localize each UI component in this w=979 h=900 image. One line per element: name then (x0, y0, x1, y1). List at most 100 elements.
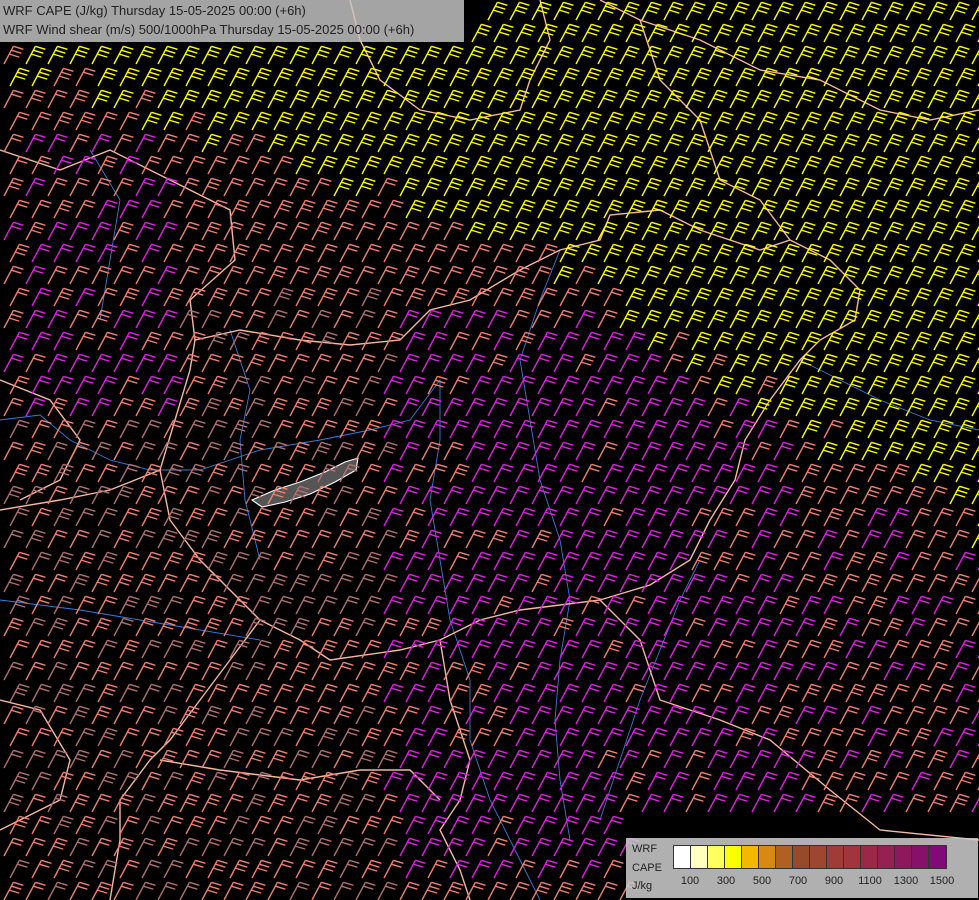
wind-barb (471, 595, 492, 615)
legend-swatch (861, 846, 878, 868)
wind-barb (619, 749, 640, 769)
wind-barb (355, 353, 376, 373)
wind-barb (619, 793, 640, 813)
wind-barb (691, 67, 712, 87)
wind-barb (53, 199, 74, 219)
wind-barb (487, 133, 508, 153)
wind-barb (867, 67, 888, 87)
wind-barb (31, 859, 52, 879)
wind-barb (355, 837, 376, 857)
wind-barb (421, 617, 442, 637)
wind-barb (487, 705, 508, 725)
wind-barb (971, 401, 979, 417)
wind-barb (75, 859, 96, 879)
wind-barb (311, 45, 332, 65)
wind-barb (685, 177, 706, 197)
wind-barb (25, 661, 46, 681)
wind-barb (185, 639, 206, 659)
wind-barb (75, 67, 96, 87)
wind-barb (669, 551, 690, 571)
wind-barb (163, 331, 184, 351)
wind-barb (97, 639, 118, 659)
wind-barb (531, 661, 552, 681)
wind-barb (355, 705, 376, 725)
wind-barb (339, 199, 360, 219)
wind-barb (669, 199, 690, 219)
wind-barb (289, 837, 310, 857)
wind-barb (245, 177, 266, 197)
wind-barb (361, 771, 382, 791)
wind-barb (949, 133, 970, 153)
wind-barb (135, 309, 156, 329)
wind-barb (949, 441, 970, 461)
wind-barb (229, 155, 250, 175)
wind-barb (663, 705, 684, 725)
wind-barb (691, 463, 712, 483)
wind-barb (559, 463, 580, 483)
wind-barb (443, 353, 464, 373)
wind-barb (47, 749, 68, 769)
wind-barb (405, 199, 426, 219)
wind-barb (757, 111, 778, 131)
wind-barb (619, 221, 640, 241)
wind-barb (471, 375, 492, 395)
wind-barb (817, 1, 838, 21)
wind-barb (493, 287, 514, 307)
wind-barb (971, 621, 979, 637)
wind-barb (641, 309, 662, 329)
wind-barb (751, 265, 772, 285)
wind-barb (669, 771, 690, 791)
wind-barb (223, 837, 244, 857)
wind-barb (669, 507, 690, 527)
wind-barb (493, 419, 514, 439)
wind-barb (713, 463, 734, 483)
wind-barb (729, 485, 750, 505)
wind-barb (823, 111, 844, 131)
wind-barb (707, 617, 728, 637)
wind-barb (399, 573, 420, 593)
wind-barb (493, 727, 514, 747)
wind-barb (531, 529, 552, 549)
wind-barb (53, 67, 74, 87)
wind-barb (487, 397, 508, 417)
wind-barb (905, 353, 926, 373)
wind-barb (339, 639, 360, 659)
wind-barb (251, 287, 272, 307)
wind-barb (933, 639, 954, 659)
wind-barb (839, 617, 860, 637)
wind-barb (949, 705, 970, 725)
wind-barb (729, 45, 750, 65)
wind-barb (691, 683, 712, 703)
wind-barb (201, 177, 222, 197)
wind-barb (603, 67, 624, 87)
wind-barb (47, 309, 68, 329)
wind-barb (163, 507, 184, 527)
wind-barb (509, 529, 530, 549)
wind-barb (333, 617, 354, 637)
wind-barb (443, 529, 464, 549)
wind-barb (839, 177, 860, 197)
wind-barb (861, 661, 882, 681)
wind-barb (625, 287, 646, 307)
wind-barb (581, 111, 602, 131)
wind-barb (795, 529, 816, 549)
wind-barb (3, 837, 24, 857)
wind-barb (207, 419, 228, 439)
wind-barb (509, 749, 530, 769)
wind-barb (317, 67, 338, 87)
wind-barb (229, 463, 250, 483)
wind-barb (289, 221, 310, 241)
wind-barb (91, 485, 112, 505)
wind-barb (735, 331, 756, 351)
wind-barb (339, 859, 360, 879)
wind-barb (9, 771, 30, 791)
wind-barb (553, 573, 574, 593)
wind-barb (933, 507, 954, 527)
wind-barb (361, 419, 382, 439)
wind-barb (889, 551, 910, 571)
wind-barb (773, 133, 794, 153)
wind-barb (449, 111, 470, 131)
wind-barb (251, 243, 272, 263)
wind-barb (597, 661, 618, 681)
wind-barb (157, 793, 178, 813)
